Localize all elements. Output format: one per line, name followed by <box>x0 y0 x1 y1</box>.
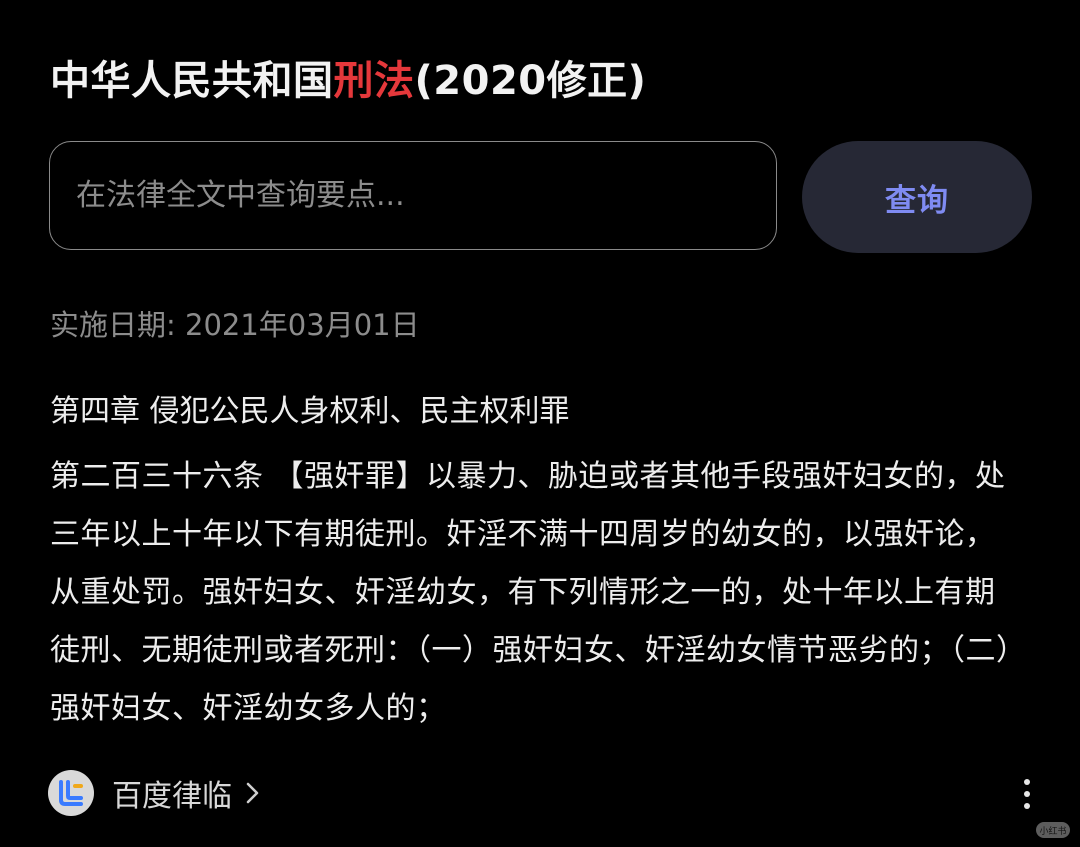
baidu-lvlin-logo-icon <box>48 770 94 816</box>
search-box[interactable] <box>49 141 777 250</box>
more-dot <box>1024 791 1030 797</box>
search-input[interactable] <box>74 177 776 214</box>
search-button[interactable]: 查询 <box>802 141 1032 253</box>
article-text[interactable]: 第二百三十六条 【强奸罪】以暴力、胁迫或者其他手段强奸妇女的，处三年以上十年以下… <box>50 448 1025 738</box>
watermark: 小红书 <box>1036 822 1070 838</box>
chapter-title: 第四章 侵犯公民人身权利、民主权利罪 <box>50 394 570 429</box>
title-suffix: (2020修正) <box>414 58 647 104</box>
more-dot <box>1024 803 1030 809</box>
title-highlight: 刑法 <box>333 58 415 104</box>
more-dot <box>1024 779 1030 785</box>
more-vertical-icon[interactable] <box>1010 772 1044 816</box>
chevron-right-icon <box>244 779 262 807</box>
effective-date: 实施日期: 2021年03月01日 <box>50 308 420 342</box>
source-name[interactable]: 百度律临 <box>112 771 232 815</box>
source-link[interactable]: 百度律临 <box>48 770 262 816</box>
page-title: 中华人民共和国刑法(2020修正) <box>50 48 646 106</box>
search-row: 查询 <box>49 141 1032 253</box>
title-prefix: 中华人民共和国 <box>50 58 334 104</box>
